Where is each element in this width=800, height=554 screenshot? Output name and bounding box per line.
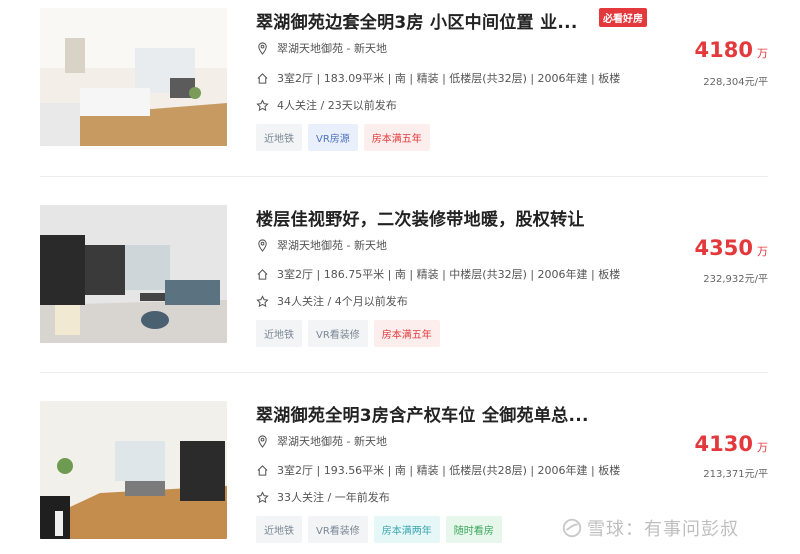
community-row: 翠湖天地御苑 - 新天地 — [256, 433, 387, 449]
house-icon — [257, 72, 268, 84]
tag-near-subway: 近地铁 — [256, 124, 302, 151]
community-link[interactable]: 翠湖天地御苑 - 新天地 — [277, 433, 387, 449]
tag-list: 近地铁 VR看装修 房本满两年 随时看房 — [256, 516, 502, 543]
listing-photo[interactable] — [40, 401, 227, 539]
house-icon — [257, 464, 268, 476]
tag-vr: VR房源 — [308, 124, 358, 151]
tag-list: 近地铁 VR房源 房本满五年 — [256, 124, 430, 151]
price-value: 4130 — [694, 432, 753, 456]
watermark: 雪球：有事问彭叔 — [561, 515, 739, 541]
tag-five-years: 房本满五年 — [363, 124, 430, 151]
living-room-photo — [40, 401, 227, 539]
tag-viewing-anytime: 随时看房 — [445, 516, 502, 543]
unit-price: 232,932元/平 — [703, 274, 768, 285]
community-row: 翠湖天地御苑 - 新天地 — [256, 40, 387, 56]
house-details: 3室2厅 | 183.09平米 | 南 | 精装 | 低楼层(共32层) | 2… — [277, 72, 621, 85]
living-room-photo — [40, 8, 227, 146]
divider — [40, 372, 768, 373]
star-icon — [256, 490, 269, 503]
community-link[interactable]: 翠湖天地御苑 - 新天地 — [277, 40, 387, 56]
price-unit: 万 — [757, 245, 768, 258]
community-row: 翠湖天地御苑 - 新天地 — [256, 237, 387, 253]
tag-vr-decoration: VR看装修 — [308, 516, 368, 543]
community-link[interactable]: 翠湖天地御苑 - 新天地 — [277, 237, 387, 253]
location-pin-icon — [258, 41, 267, 55]
details-row: 3室2厅 | 183.09平米 | 南 | 精装 | 低楼层(共32层) | 2… — [256, 70, 620, 86]
tag-near-subway: 近地铁 — [256, 516, 302, 543]
tag-near-subway: 近地铁 — [256, 320, 302, 347]
details-row: 3室2厅 | 193.56平米 | 南 | 精装 | 低楼层(共28层) | 2… — [256, 462, 620, 478]
tag-five-years: 房本满五年 — [373, 320, 440, 347]
follow-info: 4人关注 / 23天以前发布 — [277, 99, 397, 112]
unit-price: 213,371元/平 — [703, 469, 768, 480]
star-icon — [256, 294, 269, 307]
listing-card[interactable]: 翠湖御苑边套全明3房 小区中间位置 业... 必看好房 翠湖天地御苑 - 新天地… — [40, 8, 768, 151]
listing-title[interactable]: 翠湖御苑边套全明3房 小区中间位置 业... — [256, 8, 578, 33]
price-value: 4180 — [694, 38, 753, 62]
listing-title[interactable]: 楼层佳视野好，二次装修带地暖，股权转让 — [256, 205, 585, 230]
listing-card[interactable]: 楼层佳视野好，二次装修带地暖，股权转让 翠湖天地御苑 - 新天地 3室2厅 | … — [40, 205, 768, 347]
location-pin-icon — [258, 238, 267, 252]
divider — [40, 176, 768, 177]
total-price: 4180 万 — [695, 38, 768, 62]
follow-row: 33人关注 / 一年前发布 — [256, 489, 390, 505]
unit-price: 228,304元/平 — [703, 77, 768, 88]
house-details: 3室2厅 | 193.56平米 | 南 | 精装 | 低楼层(共28层) | 2… — [277, 464, 621, 477]
total-price: 4350 万 — [695, 236, 768, 260]
house-details: 3室2厅 | 186.75平米 | 南 | 精装 | 中楼层(共32层) | 2… — [277, 268, 621, 281]
tag-list: 近地铁 VR看装修 房本满五年 — [256, 320, 440, 347]
house-icon — [257, 268, 268, 280]
listing-photo[interactable] — [40, 8, 227, 146]
living-room-photo — [40, 205, 227, 343]
follow-row: 4人关注 / 23天以前发布 — [256, 97, 397, 113]
location-pin-icon — [258, 434, 267, 448]
star-icon — [256, 98, 269, 111]
follow-info: 33人关注 / 一年前发布 — [277, 491, 390, 504]
listing-photo[interactable] — [40, 205, 227, 343]
must-see-badge: 必看好房 — [599, 8, 647, 27]
tag-two-years: 房本满两年 — [373, 516, 440, 543]
price-value: 4350 — [694, 236, 753, 260]
tag-vr-decoration: VR看装修 — [308, 320, 368, 347]
price-unit: 万 — [757, 441, 768, 454]
total-price: 4130 万 — [695, 432, 768, 456]
snowball-logo-icon — [562, 518, 582, 538]
details-row: 3室2厅 | 186.75平米 | 南 | 精装 | 中楼层(共32层) | 2… — [256, 266, 620, 282]
follow-row: 34人关注 / 4个月以前发布 — [256, 293, 408, 309]
price-unit: 万 — [757, 47, 768, 60]
listing-title[interactable]: 翠湖御苑全明3房含产权车位 全御苑单总... — [256, 401, 589, 426]
follow-info: 34人关注 / 4个月以前发布 — [277, 295, 408, 308]
watermark-text: 雪球：有事问彭叔 — [587, 519, 739, 540]
